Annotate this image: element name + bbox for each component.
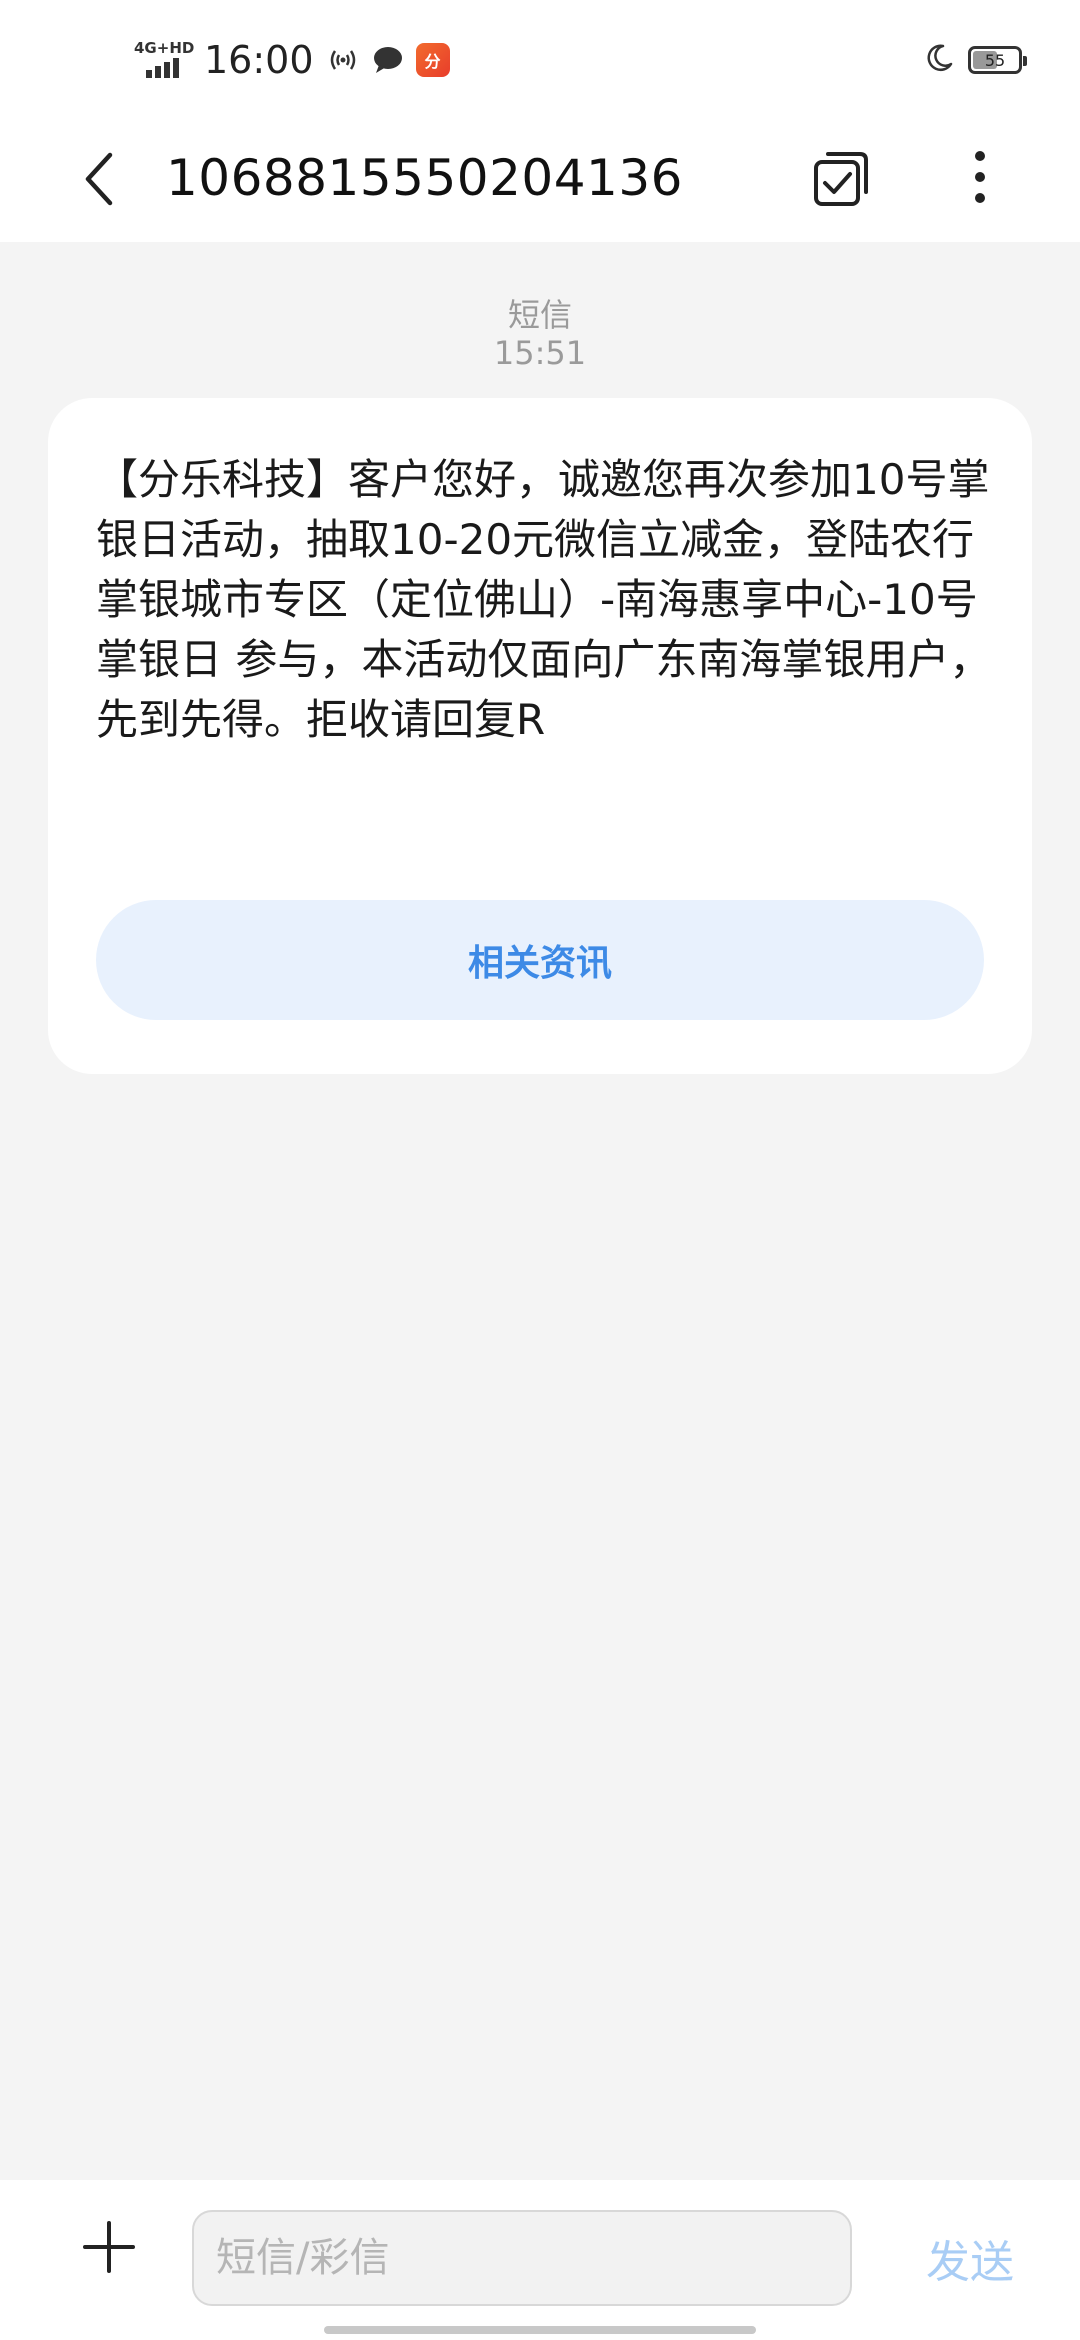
message-body: 【分乐科技】客户您好，诚邀您再次参加10号掌银日活动，抽取10-20元微信立减金… (96, 455, 992, 744)
status-bar: 4G+HD 16:00 分 55 (0, 0, 1080, 120)
contact-number-title: 1068815550204136 (166, 149, 683, 207)
chat-bubble-icon (372, 45, 404, 75)
moon-icon (924, 43, 954, 77)
home-indicator[interactable] (324, 2326, 756, 2334)
send-button[interactable]: 发送 (900, 2220, 1040, 2296)
battery-percent: 55 (984, 50, 1006, 70)
back-arrow-icon (85, 152, 113, 206)
conversation-header: 1068815550204136 (0, 120, 1080, 242)
composer-bar: 发送 (0, 2180, 1080, 2340)
sms-conversation-screen: 4G+HD 16:00 分 55 1068815550204136 短信 15:… (0, 0, 1080, 2340)
message-bubble[interactable]: 【分乐科技】客户您好，诚邀您再次参加10号掌银日活动，抽取10-20元微信立减金… (48, 398, 1032, 1074)
back-button[interactable] (70, 144, 130, 214)
multi-select-button[interactable] (808, 142, 878, 212)
related-info-button[interactable]: 相关资讯 (96, 900, 984, 1020)
multi-select-icon (814, 152, 868, 206)
app-notification-icon: 分 (415, 43, 450, 77)
message-input[interactable] (192, 2210, 852, 2306)
hotspot-icon (326, 45, 360, 75)
more-options-button[interactable] (958, 142, 1002, 212)
signal-icon: 4G+HD (134, 39, 195, 80)
message-timestamp: 15:51 (493, 334, 587, 372)
status-time: 16:00 (204, 38, 314, 82)
status-bar-left: 4G+HD 16:00 分 (134, 30, 462, 90)
message-type-label: 短信 (507, 296, 572, 334)
more-vertical-icon (975, 151, 985, 203)
network-type: 4G+HD (134, 39, 195, 57)
status-bar-right: 55 (924, 40, 1027, 80)
battery-icon: 55 (968, 46, 1027, 74)
plus-icon (83, 2221, 135, 2273)
add-attachment-button[interactable] (74, 2212, 144, 2282)
